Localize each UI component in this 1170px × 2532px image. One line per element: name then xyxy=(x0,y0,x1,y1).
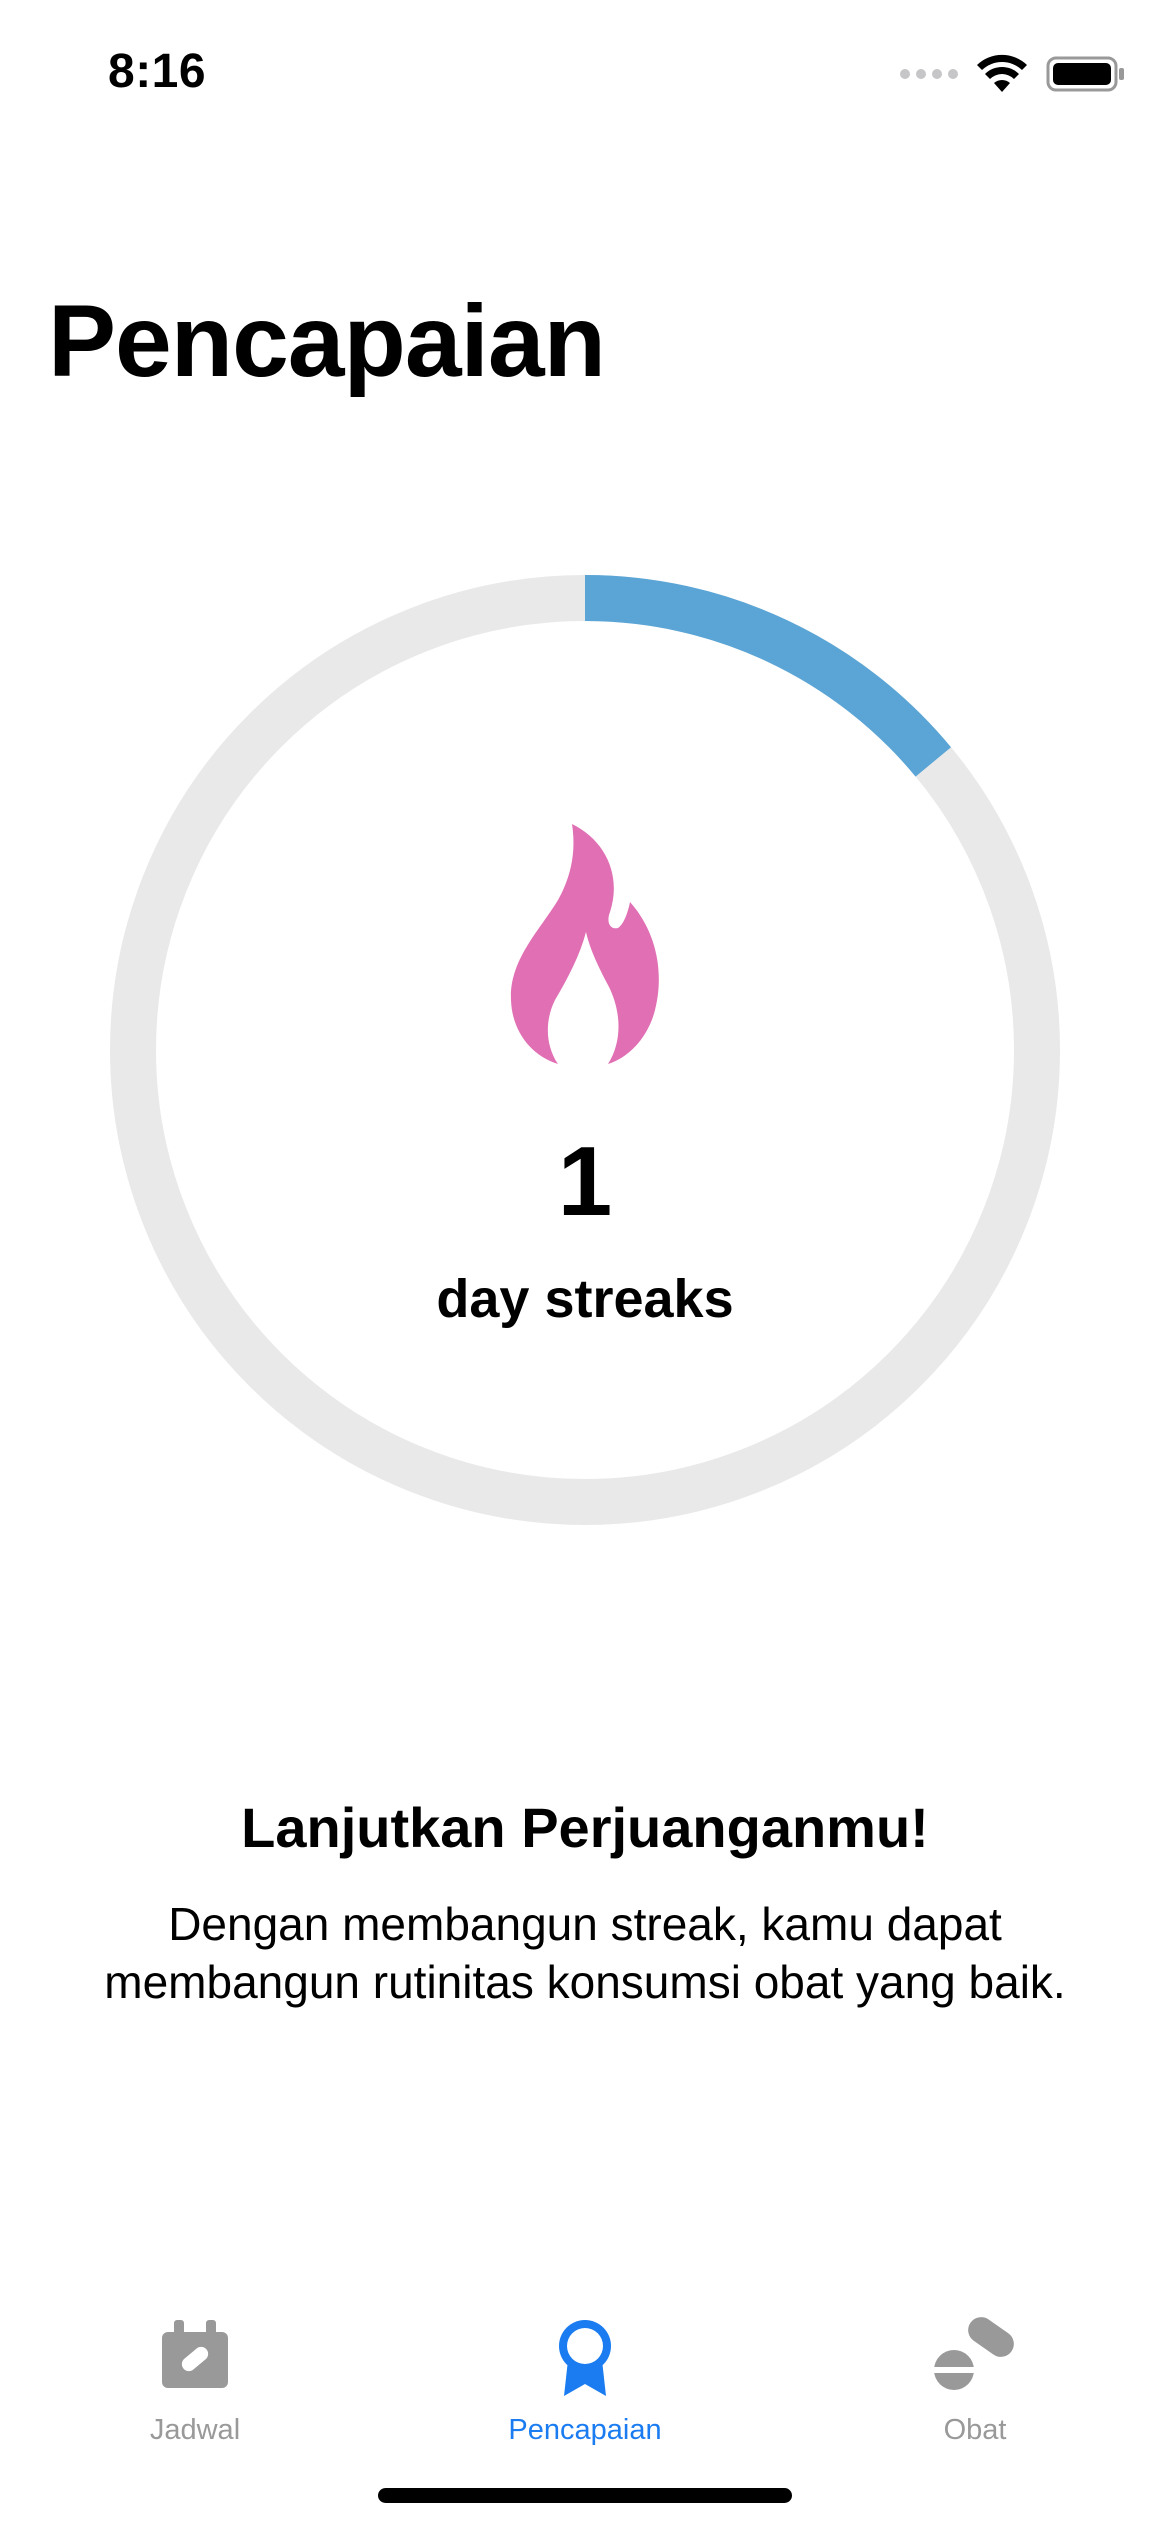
motivation-title: Lanjutkan Perjuanganmu! xyxy=(241,1796,929,1859)
calendar-pill-icon xyxy=(162,2320,228,2388)
status-bar: 8:16 xyxy=(0,0,1170,150)
pills-icon xyxy=(933,2317,1014,2390)
tab-label: Pencapaian xyxy=(508,2414,662,2446)
flame-icon xyxy=(510,824,659,1064)
award-ribbon-icon xyxy=(559,2320,611,2396)
cellular-signal-icon xyxy=(900,69,958,79)
tab-obat[interactable]: Obat xyxy=(825,2310,1125,2470)
streak-count: 1 xyxy=(557,1126,613,1236)
tab-label: Obat xyxy=(943,2414,1007,2446)
tab-jadwal[interactable]: Jadwal xyxy=(45,2310,345,2470)
motivation-body: Dengan membangun streak, kamu dapat memb… xyxy=(104,1898,1066,2008)
tab-pencapaian[interactable]: Pencapaian xyxy=(435,2310,735,2470)
home-indicator[interactable] xyxy=(378,2488,792,2503)
status-time: 8:16 xyxy=(108,45,207,98)
status-indicators xyxy=(900,52,1126,96)
tab-label: Jadwal xyxy=(149,2414,241,2446)
page-title: Pencapaian xyxy=(48,284,606,398)
streak-unit-label: day streaks xyxy=(436,1269,734,1329)
wifi-icon xyxy=(977,54,1027,92)
battery-icon xyxy=(1046,56,1124,92)
